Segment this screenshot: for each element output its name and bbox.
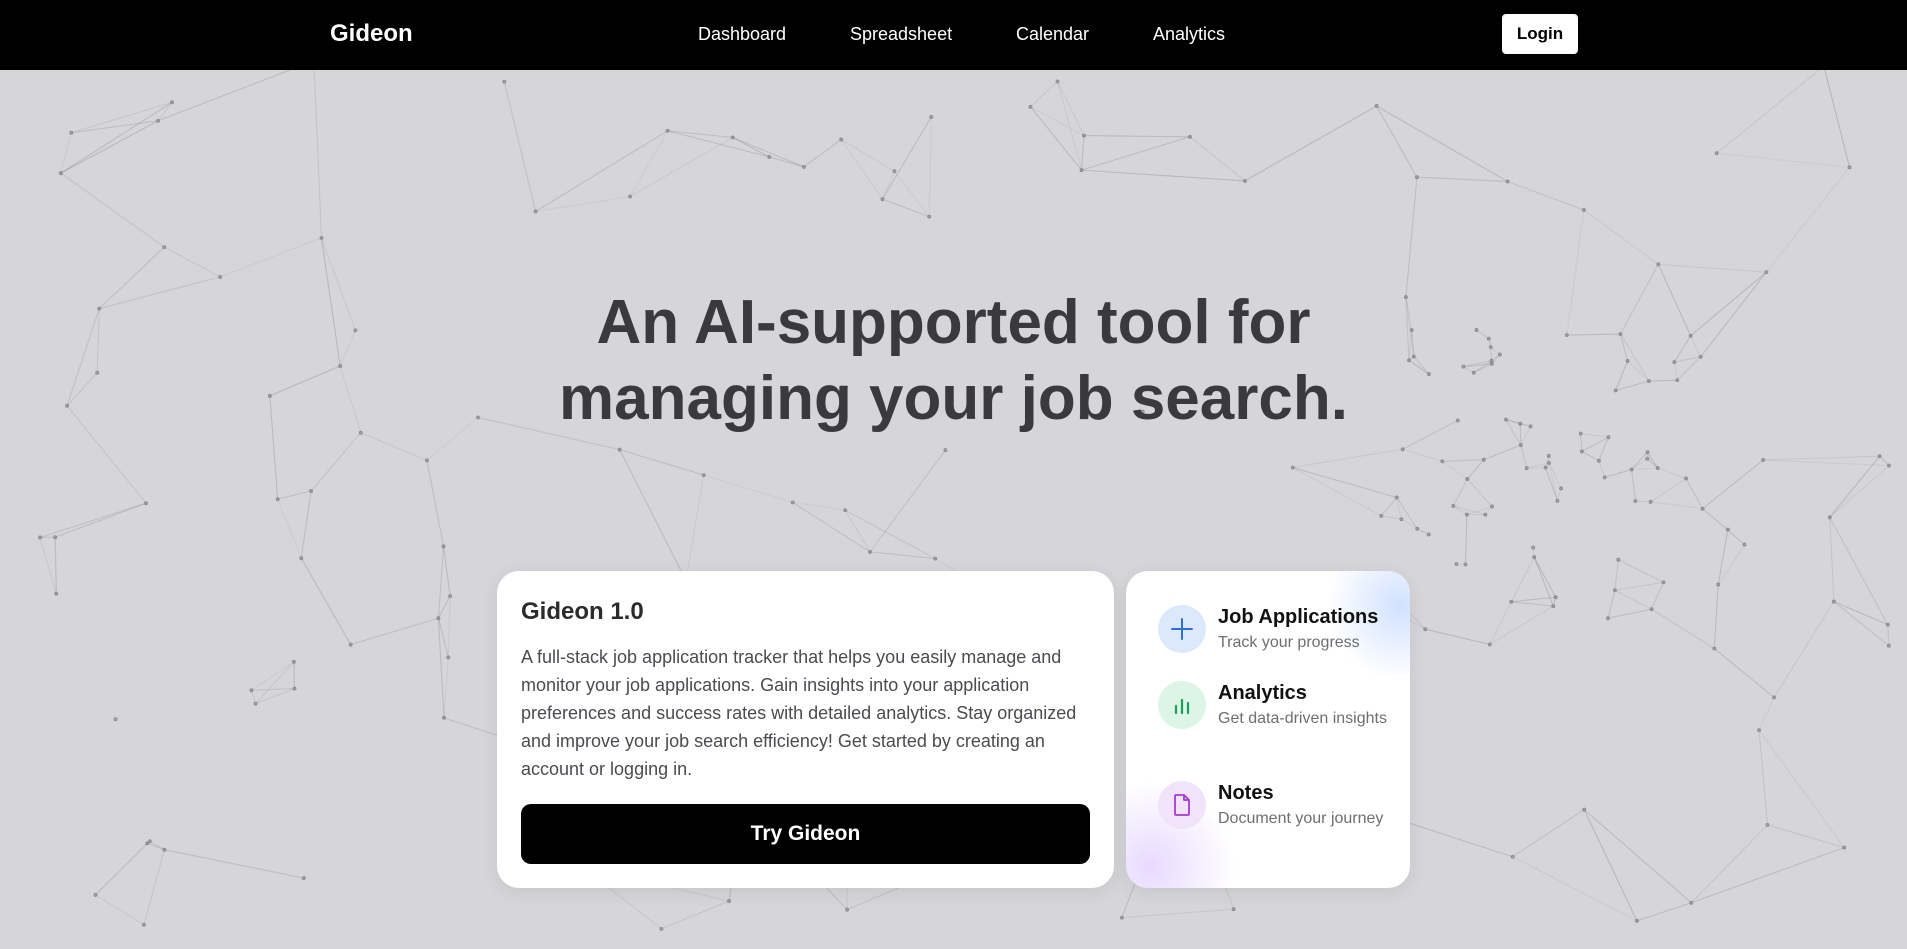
try-gideon-button[interactable]: Try Gideon — [521, 804, 1090, 864]
nav-link-spreadsheet[interactable]: Spreadsheet — [850, 0, 952, 70]
feature-subtitle: Track your progress — [1218, 634, 1360, 651]
nav-link-analytics[interactable]: Analytics — [1153, 0, 1225, 70]
nav-link-dashboard[interactable]: Dashboard — [698, 0, 786, 70]
hero-title: An AI-supported tool for managing your j… — [0, 285, 1907, 437]
feature-subtitle: Document your journey — [1218, 810, 1384, 827]
document-icon — [1158, 781, 1206, 829]
brand-logo[interactable]: Gideon — [330, 0, 413, 70]
feature-title: Job Applications — [1218, 606, 1379, 628]
intro-card: Gideon 1.0 A full-stack job application … — [497, 571, 1114, 888]
hero-title-line-2: managing your job search. — [559, 364, 1348, 433]
nav-links: Dashboard Spreadsheet Calendar Analytics — [0, 0, 1907, 70]
plus-icon — [1158, 605, 1206, 653]
hero-title-line-1: An AI-supported tool for — [596, 288, 1311, 357]
card-description: A full-stack job application tracker tha… — [521, 647, 1077, 779]
top-navbar: Gideon Dashboard Spreadsheet Calendar An… — [0, 0, 1907, 70]
feature-title: Notes — [1218, 782, 1274, 804]
features-card: Job Applications Track your progress Ana… — [1126, 571, 1410, 888]
feature-subtitle: Get data-driven insights — [1218, 710, 1387, 727]
nav-link-calendar[interactable]: Calendar — [1016, 0, 1089, 70]
bar-chart-icon — [1158, 681, 1206, 729]
card-title: Gideon 1.0 — [521, 598, 644, 625]
login-button[interactable]: Login — [1502, 14, 1578, 54]
feature-title: Analytics — [1218, 682, 1307, 704]
